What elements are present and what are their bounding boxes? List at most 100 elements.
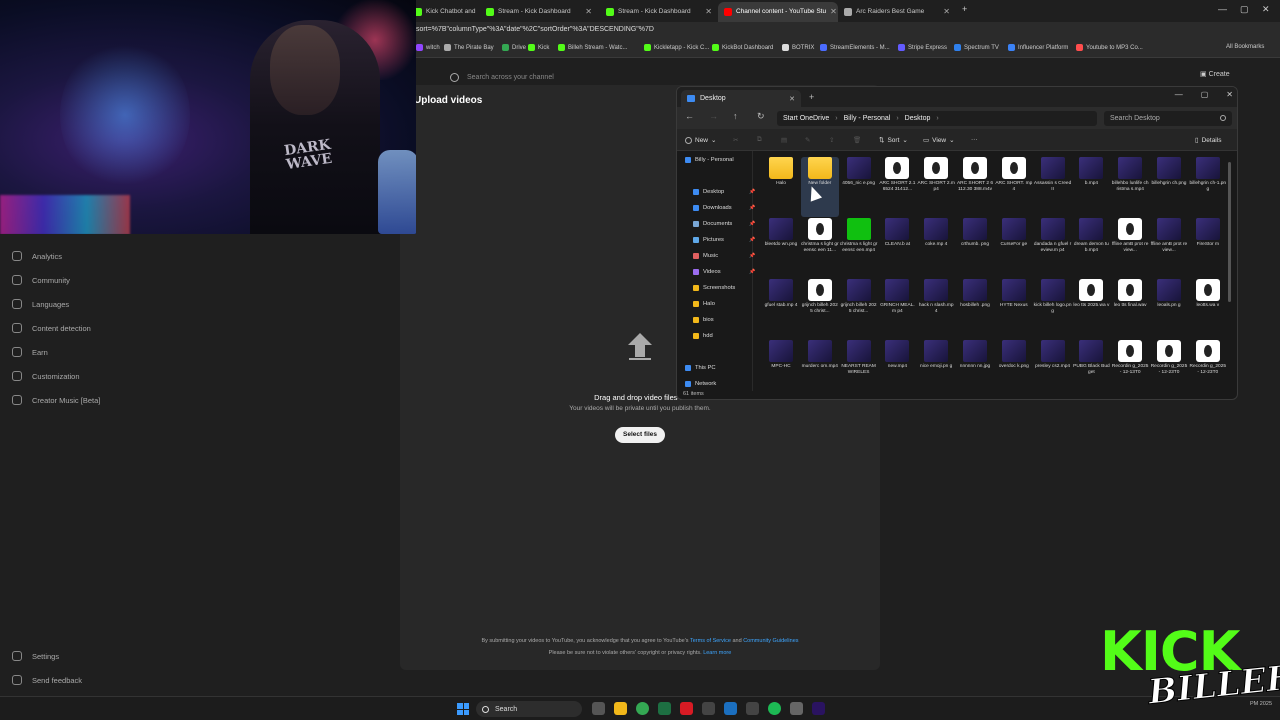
- file-item[interactable]: leo tts 2025.wa v: [1072, 279, 1110, 339]
- file-item[interactable]: ARC SHORT 2.mp4: [917, 157, 955, 217]
- nav-item[interactable]: Videos 📌: [693, 269, 755, 275]
- sort-button[interactable]: ⇅ Sort ⌄: [879, 136, 908, 145]
- excel-icon[interactable]: [658, 702, 671, 715]
- bookmark-item[interactable]: Kick: [528, 44, 549, 51]
- file-item[interactable]: kick billeh logo.png: [1034, 279, 1072, 339]
- file-item[interactable]: nice emoji.pn g: [917, 340, 955, 399]
- file-item[interactable]: ARC SHORT 2 6112.30 388.m4v: [956, 157, 994, 217]
- browser-tab[interactable]: Stream - Kick Dashboard ✕: [600, 2, 718, 22]
- nav-item[interactable]: Desktop 📌: [693, 189, 755, 195]
- community-guidelines-link[interactable]: Community Guidelines: [743, 638, 798, 644]
- file-item[interactable]: bleetdo wn.png: [762, 218, 800, 278]
- file-item[interactable]: Assassin s Creed II: [1034, 157, 1072, 217]
- file-item[interactable]: dandada n gfuel review.m p4: [1034, 218, 1072, 278]
- file-explorer-icon[interactable]: [614, 702, 627, 715]
- spotify-icon[interactable]: [768, 702, 781, 715]
- nav-item[interactable]: Pictures 📌: [693, 237, 755, 243]
- learn-more-link[interactable]: Learn more: [703, 650, 731, 656]
- file-item[interactable]: CurseFor ge: [995, 218, 1033, 278]
- file-item[interactable]: leo tts final.wav: [1111, 279, 1149, 339]
- file-item[interactable]: dream demon tub.mp4: [1072, 218, 1110, 278]
- paste-icon[interactable]: ▤: [781, 136, 787, 144]
- bookmark-item[interactable]: Youtube to MP3 Co...: [1076, 44, 1143, 51]
- new-tab-button[interactable]: +: [809, 92, 814, 102]
- bookmark-item[interactable]: The Pirate Bay: [444, 44, 494, 51]
- maximize-icon[interactable]: ▢: [1240, 4, 1249, 15]
- breadcrumb-onedrive[interactable]: Start OneDrive: [783, 115, 829, 122]
- select-files-button[interactable]: Select files: [615, 427, 665, 443]
- file-item[interactable]: CLEAN.b at: [878, 218, 916, 278]
- file-item[interactable]: Halo: [762, 157, 800, 217]
- bookmark-item[interactable]: Stripe Express: [898, 44, 947, 51]
- browser-tab[interactable]: Stream - Kick Dashboard ✕: [480, 2, 598, 22]
- file-item[interactable]: murderc om.mp4: [801, 340, 839, 399]
- file-item[interactable]: leoals.pn g: [1150, 279, 1188, 339]
- delete-icon[interactable]: 🗑: [853, 136, 861, 144]
- bookmark-item[interactable]: Kickletapp - Kick C...: [644, 44, 709, 51]
- new-button[interactable]: New ⌄: [685, 136, 716, 144]
- premiere-icon[interactable]: [812, 702, 825, 715]
- channel-search[interactable]: Search across your channel: [450, 68, 710, 86]
- nav-item[interactable]: Music 📌: [693, 253, 755, 259]
- settings-button[interactable]: Settings: [12, 651, 59, 661]
- close-tab-icon[interactable]: ✕: [789, 95, 795, 103]
- terms-of-service-link[interactable]: Terms of Service: [690, 638, 731, 644]
- file-item[interactable]: hosbilleh .png: [956, 279, 994, 339]
- channel-search-input[interactable]: Search across your channel: [467, 74, 554, 81]
- share-icon[interactable]: ⇪: [829, 136, 834, 144]
- bookmark-item[interactable]: BOTRIX: [782, 44, 814, 51]
- minimize-icon[interactable]: —: [1218, 4, 1227, 14]
- sidebar-item[interactable]: Customization: [12, 371, 80, 381]
- file-item[interactable]: new.mp4: [878, 340, 916, 399]
- nav-item[interactable]: Billy - Personal: [685, 157, 734, 163]
- file-item[interactable]: Recordin g_2025- 12-23T0: [1189, 340, 1227, 399]
- nav-item[interactable]: Documents 📌: [693, 221, 755, 227]
- file-item[interactable]: coke.mp 4: [917, 218, 955, 278]
- view-button[interactable]: ▭ View ⌄: [923, 136, 955, 145]
- maximize-icon[interactable]: ▢: [1201, 90, 1209, 99]
- up-arrow-icon[interactable]: ↑: [733, 111, 738, 121]
- file-item[interactable]: b.mp4: [1072, 157, 1110, 217]
- bookmark-item[interactable]: witch: [416, 44, 440, 51]
- send-feedback-button[interactable]: Send feedback: [12, 675, 82, 685]
- file-item[interactable]: GRINCH MEAL.m p4: [878, 279, 916, 339]
- file-item[interactable]: billehgrin ch.png: [1150, 157, 1188, 217]
- file-item[interactable]: presley cs2.mp4: [1034, 340, 1072, 399]
- rename-icon[interactable]: ✎: [805, 136, 810, 144]
- file-item[interactable]: NEARST REAM WIRELES: [840, 340, 878, 399]
- app-icon[interactable]: [680, 702, 693, 715]
- details-button[interactable]: ▯ Details: [1195, 136, 1221, 145]
- task-view-icon[interactable]: [592, 702, 605, 715]
- breadcrumb-desktop[interactable]: Desktop: [905, 115, 931, 122]
- create-button[interactable]: ▣ Create: [1200, 70, 1230, 78]
- file-item[interactable]: leotts.wa v: [1189, 279, 1227, 339]
- file-item[interactable]: ffline amB prot review...: [1150, 218, 1188, 278]
- app-icon[interactable]: [702, 702, 715, 715]
- breadcrumb-billy[interactable]: Billy - Personal: [844, 115, 891, 122]
- file-item[interactable]: 4056_nic e.png: [840, 157, 878, 217]
- close-tab-icon[interactable]: ✕: [830, 2, 837, 22]
- file-item[interactable]: Recordin g_2025- 12-23T0: [1150, 340, 1188, 399]
- browser-tab[interactable]: Channel content - YouTube Stu ✕: [718, 2, 838, 22]
- scrollbar[interactable]: [1228, 162, 1231, 302]
- url-text[interactable]: sort=%7B"columnType"%3A"date"%2C"sortOrd…: [416, 26, 654, 33]
- windows-start-icon[interactable]: [457, 703, 469, 715]
- close-tab-icon[interactable]: ✕: [705, 2, 712, 22]
- nav-item[interactable]: bios: [693, 317, 714, 323]
- bookmark-item[interactable]: Influencer Platform: [1008, 44, 1068, 51]
- bookmark-item[interactable]: KickBot Dashboard: [712, 44, 773, 51]
- file-item[interactable]: overdoc k.png: [995, 340, 1033, 399]
- browser-tab[interactable]: Arc Raiders Best Game ✕: [838, 2, 956, 22]
- steam-icon[interactable]: [724, 702, 737, 715]
- bookmark-item[interactable]: Billeh Stream - Watc...: [558, 44, 627, 51]
- file-item[interactable]: gfuel stab.mp 4: [762, 279, 800, 339]
- app-icon[interactable]: [746, 702, 759, 715]
- explorer-tab[interactable]: Desktop ✕: [681, 90, 801, 107]
- nav-item[interactable]: hdd: [693, 333, 713, 339]
- file-item[interactable]: billehbo lunlife christma s.mp4: [1111, 157, 1149, 217]
- nav-item[interactable]: Downloads 📌: [693, 205, 755, 211]
- sidebar-item[interactable]: Analytics: [12, 251, 62, 261]
- file-item[interactable]: MPC-HC: [762, 340, 800, 399]
- settings-icon[interactable]: [790, 702, 803, 715]
- file-item[interactable]: PUBG Black Budget: [1072, 340, 1110, 399]
